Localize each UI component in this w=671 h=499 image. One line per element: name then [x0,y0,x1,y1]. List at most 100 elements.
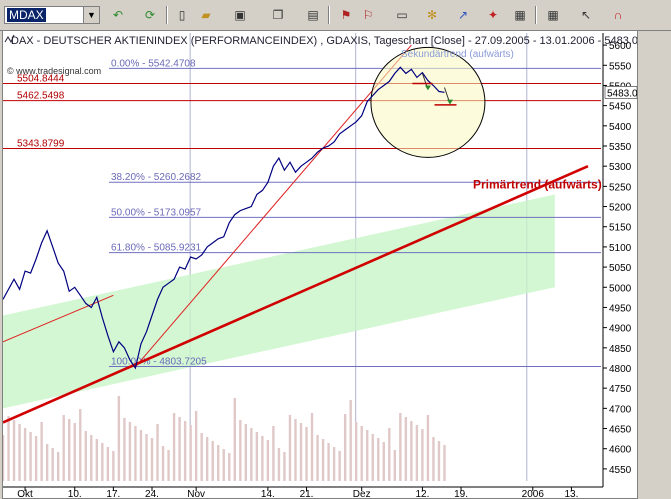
volume-bar [410,421,413,481]
y-tick-label: 5050 [609,263,632,274]
volume-bar [145,434,148,481]
properties-icon[interactable]: ▦ [512,8,528,22]
back-icon[interactable]: ↶ [110,8,126,22]
volume-bar [366,430,369,481]
volume-bar [316,435,319,481]
cursor-icon[interactable]: ↖ [578,8,594,22]
x-tick-label: 19. [454,489,468,498]
chevron-down-icon[interactable]: ▼ [83,7,99,23]
volume-bar [250,428,253,481]
fib-label: 50.00% - 5173.0957 [111,207,202,218]
y-tick-label: 4950 [609,303,632,314]
chart-svg: 0.00% - 5542.4708 38.20% - 5260.2682 50.00… [3,33,637,498]
volume-bar [432,437,435,481]
volume-bar [388,428,391,481]
watermark: © www.tradesignal.com [7,66,101,76]
symbol-value: MDAX [7,8,46,22]
volume-bar [222,449,225,481]
draw-tools-icon[interactable]: ▭ [394,8,410,22]
y-tick-label: 5600 [609,41,632,52]
volume-bar [349,400,352,481]
indicator-icon[interactable]: ✻ [424,8,440,22]
volume-bar [415,425,419,481]
y-tick-label: 4650 [609,425,632,436]
x-tick-label: Dez [353,489,371,498]
volume-bar [399,413,402,481]
volume-bar [294,419,297,481]
x-tick-label: 17. [106,489,120,498]
x-tick-label: 24. [145,489,159,498]
volume-bar [128,422,132,481]
trend-icon[interactable]: ↗ [455,8,471,22]
volume-bar [266,440,270,481]
volume-bar [106,447,110,481]
fib-label: 100.00% - 4803.7205 [111,356,207,367]
volume-bar [404,417,408,481]
volume-bar [393,450,397,481]
volume-bar [40,422,43,481]
fib-label: 38.20% - 5260.2682 [111,172,202,183]
y-tick-label: 4800 [609,364,632,375]
new-icon[interactable]: ▯ [174,8,190,22]
chart-area[interactable]: 0.00% - 5542.4708 38.20% - 5260.2682 50.00… [2,30,638,499]
copy-icon[interactable]: ❐ [270,8,286,22]
primary-trend-label: Primärtrend (aufwärts) [473,177,602,191]
y-tick-label: 5250 [609,182,632,193]
volume-bar [161,446,165,481]
grid-icon[interactable]: ▦ [545,8,561,22]
y-tick-label: 5550 [609,61,632,72]
y-tick-label: 5150 [609,223,632,234]
volume-bar [327,443,330,481]
secondary-trend-label: Sekundärtrend (aufwärts) [401,49,514,60]
y-tick-label: 4600 [609,445,632,456]
x-tick-label: 14. [261,489,275,498]
x-tick-label: 21. [300,489,314,498]
print-icon[interactable]: ▤ [305,8,321,22]
volume-bar [332,447,336,481]
volume-bar [244,424,248,481]
magic-icon[interactable]: ✦ [485,8,501,22]
x-tick-label: Nov [187,489,205,498]
volume-bar [421,429,424,481]
level-label: 5343.8799 [17,138,65,149]
volume-bar [299,423,303,481]
y-tick-label: 4750 [609,384,632,395]
volume-bar [371,434,374,481]
x-tick-label: 10. [68,489,82,498]
save-icon[interactable]: ▣ [232,8,248,22]
volume-bar [172,413,176,481]
highlight-circle [370,46,486,158]
volume-bar [217,445,220,481]
y-tick-label: 4900 [609,324,632,335]
volume-bar [360,426,363,481]
refresh-icon[interactable]: ⟳ [142,8,158,22]
y-tick-label: 4850 [609,344,632,355]
volume-bar [79,409,82,481]
volume-bar [51,448,54,481]
volume-bar [84,431,87,481]
volume-bar [272,426,275,481]
fib-label: 0.00% - 5542.4708 [111,58,196,69]
last-value-label: 5483.0 [607,88,637,99]
y-tick-label: 4700 [609,404,632,415]
y-tick-label: 5200 [609,203,632,214]
volume-bar [283,452,286,481]
volume-bar [261,436,264,481]
volume-bar [95,439,99,481]
toolbar: MDAX ▼ ↶ ⟳ ▯ ▰ ▣ ❐ ▤ ⚑ ⚐ ▭ ✻ ↗ ✦ ▦ ▦ ↖ ∩ [0,0,671,31]
volume-bar [354,422,358,481]
symbol-select[interactable]: MDAX ▼ [4,6,100,24]
volume-bar [123,418,126,481]
volume-bar [443,445,446,481]
y-tick-label: 5450 [609,102,632,113]
chart-type-icon[interactable]: ⚑ [338,8,354,22]
level-label: 5462.5498 [17,91,65,102]
volume-bar [200,433,203,481]
magnet-icon[interactable]: ∩ [610,8,626,22]
volume-bar [205,437,209,481]
volume-bar [211,441,214,481]
window-icon[interactable]: ⚐ [360,8,376,22]
volume-bar [288,415,292,481]
open-icon[interactable]: ▰ [198,8,214,22]
y-tick-label: 5350 [609,142,632,153]
